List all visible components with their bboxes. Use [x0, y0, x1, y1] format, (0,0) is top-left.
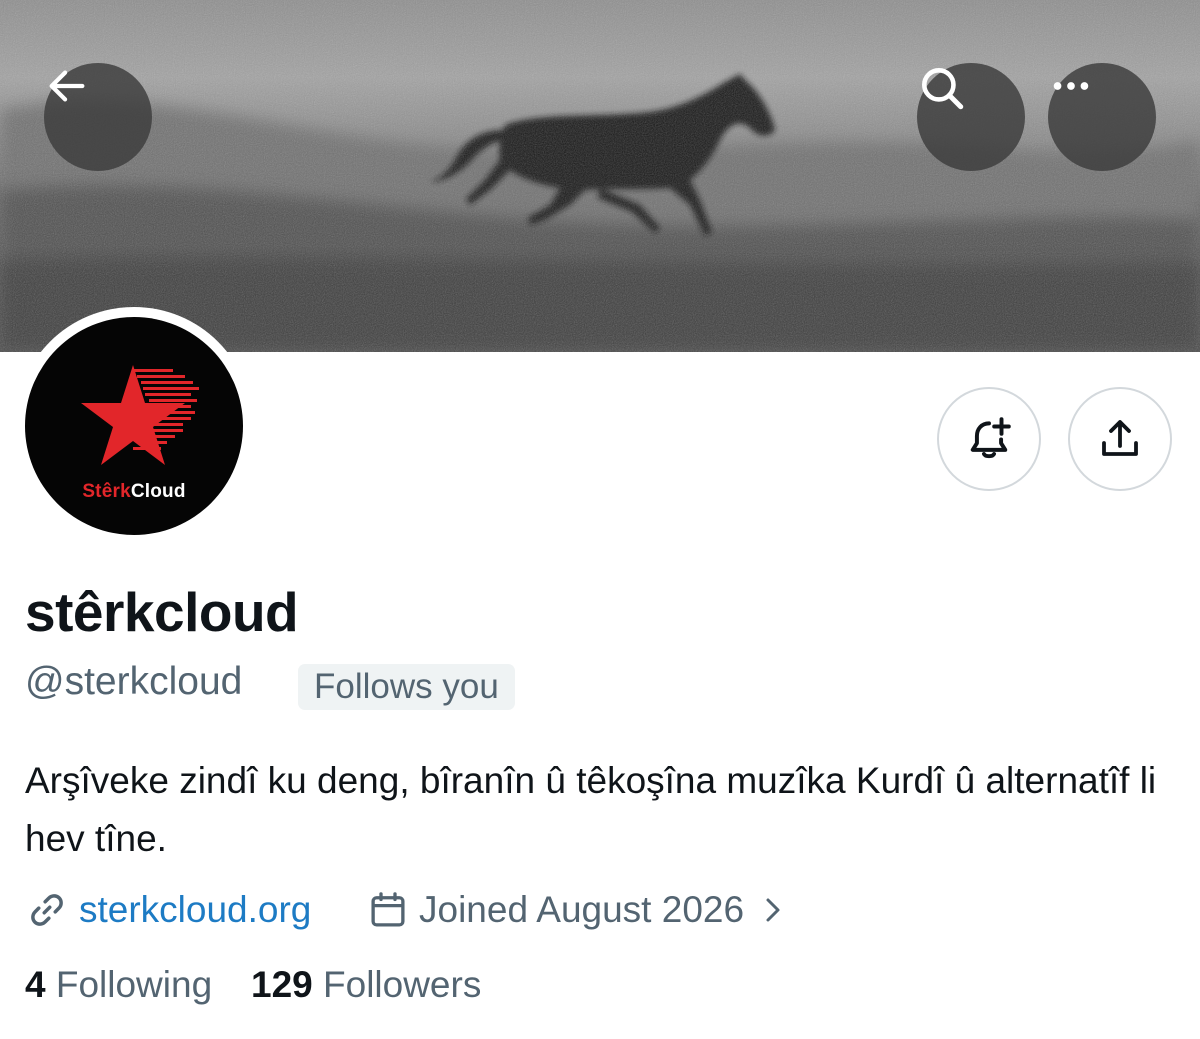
- follows-you-badge: Follows you: [298, 664, 515, 710]
- share-button[interactable]: [1068, 387, 1172, 491]
- chevron-right-icon: [766, 898, 780, 922]
- calendar-icon: [371, 892, 405, 927]
- website-link[interactable]: sterkcloud.org: [79, 889, 311, 931]
- user-handle: @sterkcloud: [25, 660, 243, 703]
- search-button[interactable]: [917, 63, 1025, 171]
- more-horizontal-icon: [1053, 82, 1089, 90]
- display-name: stêrkcloud: [25, 581, 299, 643]
- back-button[interactable]: [44, 63, 152, 171]
- banner-image: [0, 0, 1200, 352]
- profile-bio: Arşîveke zindî ku deng, bîranîn û têkoşî…: [25, 760, 1157, 859]
- avatar[interactable]: StêrkCloud: [25, 317, 243, 535]
- avatar-logo-text-red: Stêrk: [82, 481, 131, 502]
- bell-plus-icon: [970, 417, 1011, 459]
- followers-label: Followers: [323, 964, 482, 1005]
- joined-date: Joined August 2026: [419, 889, 745, 930]
- search-icon: [922, 68, 964, 110]
- website-item[interactable]: sterkcloud.org: [25, 884, 311, 936]
- followers-stat[interactable]: 129 Followers: [251, 964, 481, 1006]
- profile-page: StêrkCloud stêrkcloud @sterkcloud Follow…: [0, 0, 1200, 1039]
- profile-banner[interactable]: [0, 0, 1200, 352]
- share-upload-icon: [1102, 420, 1138, 456]
- arrow-left-icon: [49, 70, 85, 102]
- followers-count: 129: [251, 964, 313, 1005]
- notifications-button[interactable]: [937, 387, 1041, 491]
- following-label: Following: [55, 964, 213, 1005]
- following-count: 4: [25, 964, 46, 1005]
- joined-item[interactable]: Joined August 2026: [367, 884, 788, 936]
- following-stat[interactable]: 4 Following: [25, 964, 212, 1006]
- link-icon: [31, 894, 63, 926]
- more-options-button[interactable]: [1048, 63, 1156, 171]
- avatar-logo-text: StêrkCloud: [25, 481, 243, 503]
- avatar-logo-text-white: Cloud: [130, 481, 186, 502]
- profile-meta: sterkcloud.org Joined August 2026: [25, 884, 1175, 936]
